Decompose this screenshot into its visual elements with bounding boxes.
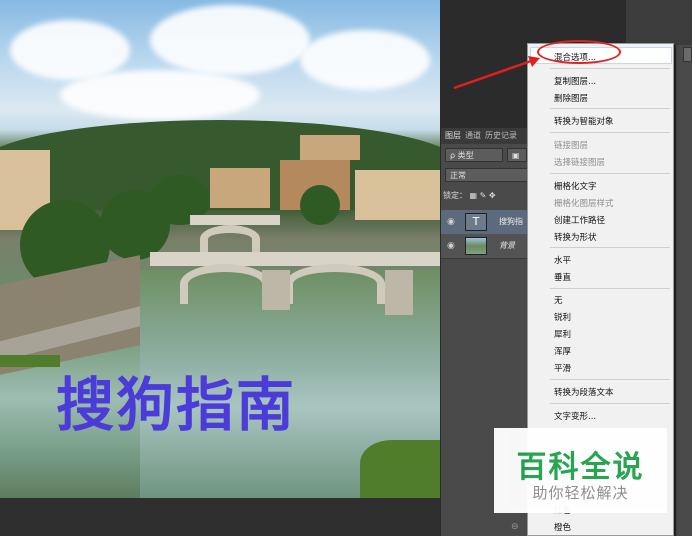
panel-dock-strip — [676, 45, 692, 536]
status-bar — [0, 498, 440, 536]
bridge-deck — [150, 252, 440, 266]
menu-separator — [550, 379, 670, 380]
menu-item-rasterize-type[interactable]: 栅格化文字 — [554, 180, 597, 192]
menu-item-convert-to-shape[interactable]: 转换为形状 — [554, 231, 597, 243]
menu-separator — [550, 247, 670, 248]
menu-separator — [550, 132, 670, 133]
tree — [300, 185, 340, 225]
menu-item-aa-crisp[interactable]: 犀利 — [554, 328, 571, 340]
tab-layers[interactable]: 图层 — [445, 128, 461, 144]
menu-item-warp-text[interactable]: 文字变形... — [554, 410, 596, 422]
menu-item-convert-paragraph[interactable]: 转换为段落文本 — [554, 386, 614, 398]
menu-item-vertical[interactable]: 垂直 — [554, 271, 571, 283]
canvas-overlay-text: 搜狗指南 — [56, 371, 297, 439]
lock-row: 锁定： ▦ ✎ ✥ — [443, 190, 496, 206]
riverbank-grass — [360, 440, 440, 498]
panel-collapse-tab[interactable] — [683, 47, 692, 62]
watermark-subtitle: 助你轻松解决 — [532, 484, 629, 502]
lock-transparent-icon[interactable]: ▦ — [470, 191, 478, 200]
menu-item-rasterize-style: 栅格化图层样式 — [554, 199, 614, 209]
menu-item-delete-layer[interactable]: 删除图层 — [554, 92, 588, 104]
filter-image-icon[interactable]: ▣ — [507, 148, 527, 162]
layer-name: 搜狗指 — [499, 217, 523, 226]
lock-move-icon[interactable]: ✥ — [489, 191, 496, 200]
menu-item-duplicate-layer[interactable]: 复制图层... — [554, 75, 596, 87]
site-watermark: 百科全说 助你轻松解决 — [494, 428, 667, 513]
menu-item-orange[interactable]: 橙色 — [554, 521, 571, 533]
menu-item-convert-smart-object[interactable]: 转换为智能对象 — [554, 115, 614, 127]
layers-panel-tabs: 图层 通道 历史记录 — [441, 128, 531, 144]
watermark-title: 百科全说 — [516, 450, 645, 485]
menu-separator — [550, 173, 670, 174]
cloud — [10, 20, 130, 80]
visibility-eye-icon[interactable]: ◉ — [447, 217, 455, 227]
toolbar-area — [626, 0, 692, 45]
layer-row-background[interactable]: ◉ 背景 — [441, 234, 531, 259]
bridge-arch — [285, 264, 385, 304]
visibility-eye-icon[interactable]: ◉ — [447, 241, 455, 251]
menu-separator — [550, 288, 670, 289]
building — [355, 170, 440, 220]
menu-item-select-linked: 选择链接图层 — [554, 158, 606, 168]
building — [300, 135, 360, 160]
bridge-arch — [180, 264, 270, 304]
layer-row-text[interactable]: ◉ T 搜狗指 — [441, 210, 531, 235]
image-layer-thumbnail — [465, 237, 487, 255]
far-bridge — [190, 215, 280, 225]
tab-channels[interactable]: 通道 — [465, 128, 481, 144]
text-layer-thumbnail: T — [465, 213, 487, 231]
menu-item-aa-smooth[interactable]: 平滑 — [554, 362, 571, 374]
photo-canvas: 搜狗指南 — [0, 0, 440, 498]
menu-separator — [550, 403, 670, 404]
lock-label: 锁定： — [443, 191, 467, 200]
cloud — [60, 70, 260, 120]
building — [210, 168, 270, 208]
layer-filter-select[interactable]: ρ 类型 — [445, 148, 503, 162]
grass — [0, 355, 60, 367]
menu-item-aa-strong[interactable]: 浑厚 — [554, 345, 571, 357]
annotation-arrow-icon — [453, 56, 540, 90]
bridge-pier — [385, 270, 413, 315]
menu-item-link-layers: 链接图层 — [554, 141, 589, 151]
menu-item-aa-none[interactable]: 无 — [554, 294, 563, 306]
menu-item-horizontal[interactable]: 水平 — [554, 254, 571, 266]
menu-separator — [550, 68, 670, 69]
cloud — [300, 30, 430, 90]
blend-mode-select[interactable]: 正常 — [445, 168, 529, 182]
bridge-pier — [262, 270, 290, 310]
far-bridge-arch — [200, 225, 260, 253]
layer-name: 背景 — [499, 241, 515, 250]
menu-separator — [550, 108, 670, 109]
cloud — [150, 5, 310, 75]
tab-history[interactable]: 历史记录 — [485, 128, 517, 144]
lock-paint-icon[interactable]: ✎ — [480, 191, 487, 200]
menu-item-create-work-path[interactable]: 创建工作路径 — [554, 214, 605, 226]
link-layers-icon[interactable]: ⊖ — [511, 522, 519, 532]
menu-item-aa-sharp[interactable]: 锐利 — [554, 311, 571, 323]
